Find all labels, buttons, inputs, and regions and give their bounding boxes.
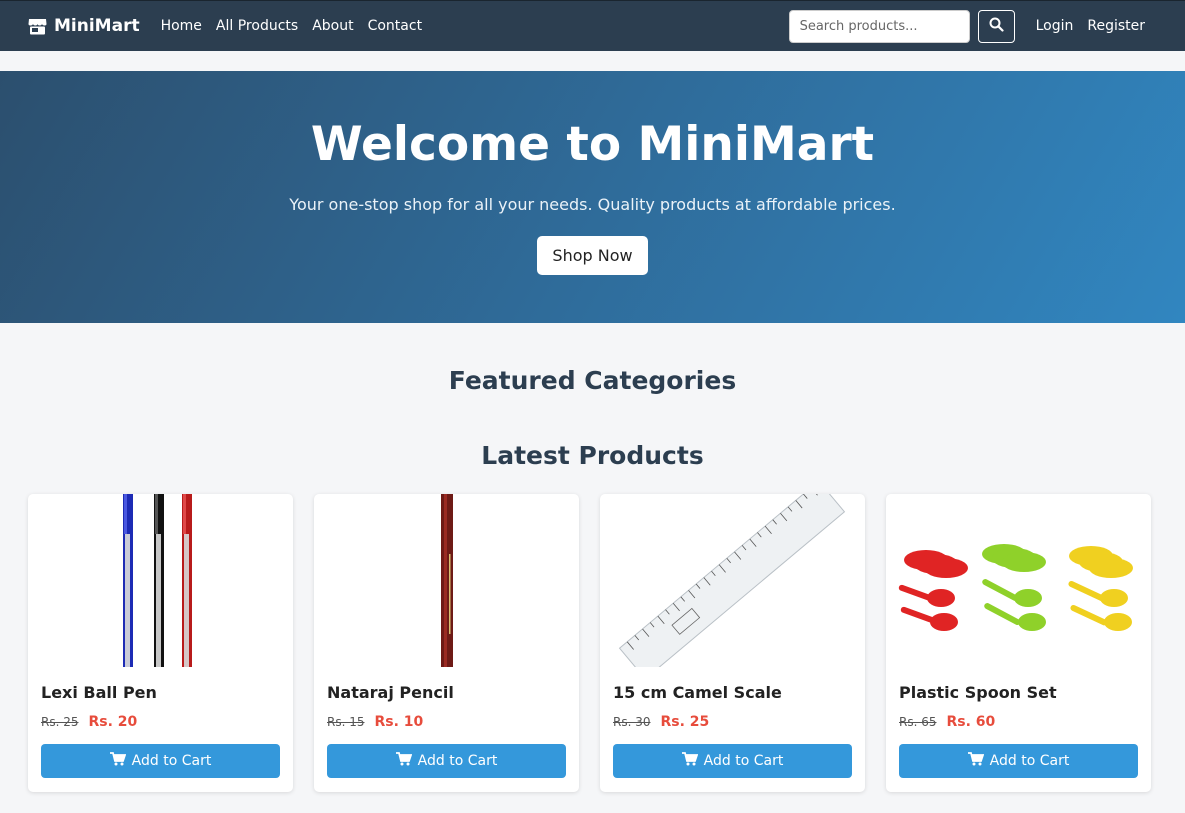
hero-banner: Welcome to MiniMart Your one-stop shop f… — [0, 71, 1185, 323]
store-icon — [28, 18, 47, 35]
add-to-cart-button[interactable]: Add to Cart — [613, 744, 852, 778]
product-name[interactable]: Plastic Spoon Set — [899, 683, 1138, 702]
nav-links: Home All Products About Contact — [161, 18, 422, 34]
product-name[interactable]: Lexi Ball Pen — [41, 683, 280, 702]
cart-icon — [967, 752, 984, 770]
add-to-cart-label: Add to Cart — [131, 753, 212, 769]
cart-icon — [395, 752, 412, 770]
product-card: Lexi Ball Pen Rs. 25 Rs. 20 Add to Cart — [28, 494, 293, 792]
login-link[interactable]: Login — [1036, 18, 1074, 34]
old-price: Rs. 65 — [899, 715, 937, 729]
nav-contact[interactable]: Contact — [368, 18, 422, 34]
add-to-cart-label: Add to Cart — [703, 753, 784, 769]
search-input[interactable] — [788, 9, 970, 43]
add-to-cart-button[interactable]: Add to Cart — [899, 744, 1138, 778]
product-image-pencil[interactable] — [314, 494, 579, 667]
shop-now-button[interactable]: Shop Now — [537, 236, 648, 275]
sale-price: Rs. 20 — [88, 714, 138, 730]
product-card: Nataraj Pencil Rs. 15 Rs. 10 Add to Cart — [314, 494, 579, 792]
featured-categories-heading: Featured Categories — [448, 366, 737, 395]
register-link[interactable]: Register — [1087, 18, 1145, 34]
product-card: 15 cm Camel Scale Rs. 30 Rs. 25 Add to C… — [600, 494, 865, 792]
nav-about[interactable]: About — [312, 18, 353, 34]
sale-price: Rs. 60 — [946, 714, 996, 730]
brand-logo[interactable]: MiniMart — [28, 16, 140, 36]
nav-all-products[interactable]: All Products — [216, 18, 298, 34]
add-to-cart-label: Add to Cart — [989, 753, 1070, 769]
product-image-pens[interactable] — [28, 494, 293, 667]
product-name[interactable]: 15 cm Camel Scale — [613, 683, 852, 702]
old-price: Rs. 15 — [327, 715, 365, 729]
product-card: Plastic Spoon Set Rs. 65 Rs. 60 Add to C… — [886, 494, 1151, 792]
brand-name: MiniMart — [54, 16, 140, 36]
sale-price: Rs. 10 — [374, 714, 424, 730]
cart-icon — [109, 752, 126, 770]
search-icon — [989, 17, 1004, 35]
navbar: MiniMart Home All Products About Contact… — [0, 0, 1185, 51]
sale-price: Rs. 25 — [660, 714, 710, 730]
nav-home[interactable]: Home — [161, 18, 202, 34]
product-image-spoons[interactable] — [886, 494, 1151, 667]
add-to-cart-button[interactable]: Add to Cart — [327, 744, 566, 778]
product-image-scale[interactable] — [600, 494, 865, 667]
old-price: Rs. 30 — [613, 715, 651, 729]
product-grid: Lexi Ball Pen Rs. 25 Rs. 20 Add to Cart … — [28, 494, 1151, 792]
search-button[interactable] — [977, 9, 1015, 43]
latest-products-heading: Latest Products — [481, 441, 704, 470]
add-to-cart-button[interactable]: Add to Cart — [41, 744, 280, 778]
cart-icon — [681, 752, 698, 770]
hero-subtitle: Your one-stop shop for all your needs. Q… — [289, 195, 896, 214]
hero-title: Welcome to MiniMart — [310, 117, 875, 172]
old-price: Rs. 25 — [41, 715, 79, 729]
add-to-cart-label: Add to Cart — [417, 753, 498, 769]
product-name[interactable]: Nataraj Pencil — [327, 683, 566, 702]
